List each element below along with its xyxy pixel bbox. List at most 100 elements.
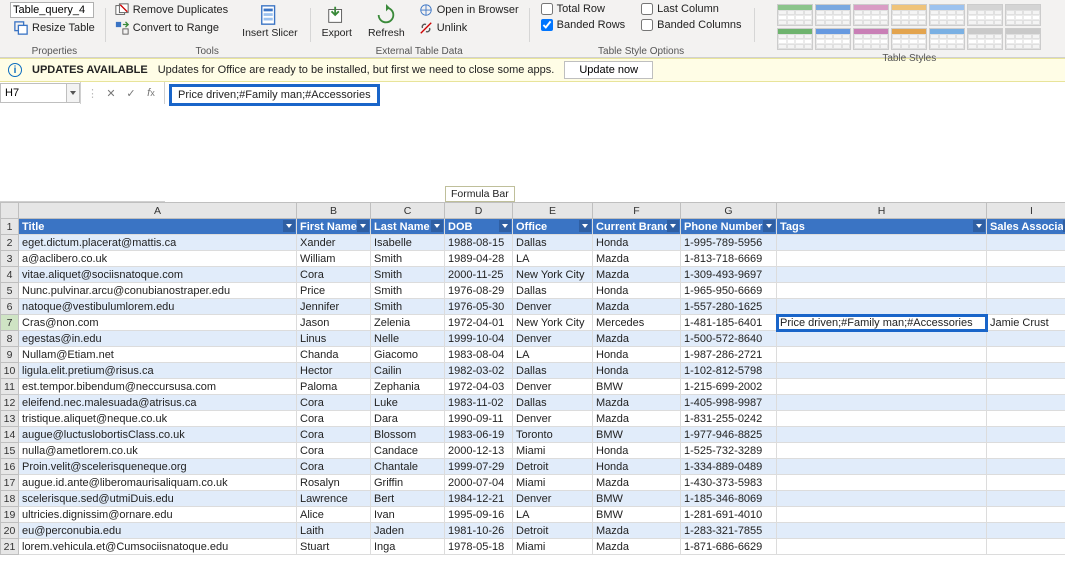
cell[interactable]: Mazda xyxy=(593,251,681,267)
remove-duplicates-button[interactable]: Remove Duplicates xyxy=(111,2,232,18)
cell[interactable]: Nunc.pulvinar.arcu@conubianostraper.edu xyxy=(19,283,297,299)
cell[interactable]: Dallas xyxy=(513,235,593,251)
cell[interactable]: ultricies.dignissim@ornare.edu xyxy=(19,507,297,523)
cell[interactable]: 1990-09-11 xyxy=(445,411,513,427)
cell[interactable] xyxy=(987,235,1065,251)
cell[interactable] xyxy=(777,443,987,459)
cell[interactable]: Nelle xyxy=(371,331,445,347)
row-number[interactable]: 10 xyxy=(1,363,19,379)
table-style-swatch[interactable] xyxy=(967,28,1003,50)
cell[interactable]: a@aclibero.co.uk xyxy=(19,251,297,267)
cell[interactable]: Dallas xyxy=(513,283,593,299)
cell[interactable] xyxy=(987,539,1065,555)
table-row[interactable]: 10ligula.elit.pretium@risus.caHectorCail… xyxy=(1,363,1065,379)
table-style-swatch[interactable] xyxy=(853,4,889,26)
table-style-swatch[interactable] xyxy=(891,4,927,26)
cell[interactable] xyxy=(987,395,1065,411)
cell[interactable] xyxy=(987,459,1065,475)
cell[interactable]: natoque@vestibulumlorem.edu xyxy=(19,299,297,315)
row-number[interactable]: 9 xyxy=(1,347,19,363)
cell[interactable]: Luke xyxy=(371,395,445,411)
table-header-cell[interactable]: Last Name xyxy=(371,219,445,235)
cell[interactable]: BMW xyxy=(593,507,681,523)
cell[interactable]: 1-813-718-6669 xyxy=(681,251,777,267)
column-header[interactable]: F xyxy=(593,203,681,219)
table-row[interactable]: 5Nunc.pulvinar.arcu@conubianostraper.edu… xyxy=(1,283,1065,299)
cell[interactable]: 1989-04-28 xyxy=(445,251,513,267)
cell[interactable]: Honda xyxy=(593,283,681,299)
table-style-swatch[interactable] xyxy=(815,4,851,26)
unlink-button[interactable]: Unlink xyxy=(415,20,523,36)
cell[interactable] xyxy=(777,491,987,507)
cell[interactable]: Smith xyxy=(371,267,445,283)
table-row[interactable]: 6natoque@vestibulumlorem.eduJenniferSmit… xyxy=(1,299,1065,315)
cell[interactable]: BMW xyxy=(593,379,681,395)
cell[interactable] xyxy=(777,331,987,347)
cell[interactable]: 1982-03-02 xyxy=(445,363,513,379)
cell[interactable]: Miami xyxy=(513,475,593,491)
cell[interactable]: BMW xyxy=(593,491,681,507)
name-box[interactable] xyxy=(0,83,66,103)
last-column-checkbox[interactable]: Last Column xyxy=(635,2,747,16)
cell[interactable]: 1995-09-16 xyxy=(445,507,513,523)
cell[interactable] xyxy=(987,251,1065,267)
table-row[interactable]: 2eget.dictum.placerat@mattis.caXanderIsa… xyxy=(1,235,1065,251)
cell[interactable]: Detroit xyxy=(513,459,593,475)
filter-dropdown-icon[interactable] xyxy=(357,220,369,232)
cell[interactable]: Rosalyn xyxy=(297,475,371,491)
cell[interactable] xyxy=(987,347,1065,363)
cell[interactable] xyxy=(777,475,987,491)
cell[interactable]: ligula.elit.pretium@risus.ca xyxy=(19,363,297,379)
table-style-swatch[interactable] xyxy=(853,28,889,50)
cell[interactable]: 1-215-699-2002 xyxy=(681,379,777,395)
table-row[interactable]: 17augue.id.ante@liberomaurisaliquam.co.u… xyxy=(1,475,1065,491)
column-header[interactable]: B xyxy=(297,203,371,219)
open-browser-button[interactable]: Open in Browser xyxy=(415,2,523,18)
cell[interactable]: 1999-07-29 xyxy=(445,459,513,475)
cell[interactable]: Miami xyxy=(513,443,593,459)
cell[interactable]: 1-430-373-5983 xyxy=(681,475,777,491)
table-header-cell[interactable]: Tags xyxy=(777,219,987,235)
cell[interactable]: nulla@ametlorem.co.uk xyxy=(19,443,297,459)
row-number[interactable]: 20 xyxy=(1,523,19,539)
row-number[interactable]: 8 xyxy=(1,331,19,347)
cell[interactable]: Cras@non.com xyxy=(19,315,297,331)
table-row[interactable]: 15nulla@ametlorem.co.ukCoraCandace2000-1… xyxy=(1,443,1065,459)
cell[interactable]: Griffin xyxy=(371,475,445,491)
cell[interactable]: Detroit xyxy=(513,523,593,539)
table-style-swatch[interactable] xyxy=(777,4,813,26)
cell[interactable]: New York City xyxy=(513,315,593,331)
cell[interactable]: Denver xyxy=(513,299,593,315)
spreadsheet-grid[interactable]: ABCDEFGHI1TitleFirst NameLast NameDOBOff… xyxy=(0,202,1065,555)
cell[interactable]: Smith xyxy=(371,283,445,299)
cell[interactable]: 1-977-946-8825 xyxy=(681,427,777,443)
cell[interactable]: New York City xyxy=(513,267,593,283)
cancel-formula-button[interactable]: ✕ xyxy=(102,84,120,102)
cell[interactable]: Stuart xyxy=(297,539,371,555)
name-box-dropdown[interactable] xyxy=(66,83,80,103)
cell[interactable]: 1976-08-29 xyxy=(445,283,513,299)
cell[interactable]: Zephania xyxy=(371,379,445,395)
row-number[interactable]: 2 xyxy=(1,235,19,251)
cell[interactable]: Honda xyxy=(593,459,681,475)
export-button[interactable]: Export xyxy=(316,2,358,41)
total-row-checkbox[interactable]: Total Row xyxy=(535,2,632,16)
cell[interactable]: Miami xyxy=(513,539,593,555)
cell[interactable] xyxy=(987,379,1065,395)
cell[interactable]: Paloma xyxy=(297,379,371,395)
cell[interactable]: Denver xyxy=(513,331,593,347)
table-row[interactable]: 16Proin.velit@scelerisqueneque.orgCoraCh… xyxy=(1,459,1065,475)
row-number[interactable]: 13 xyxy=(1,411,19,427)
column-header[interactable]: D xyxy=(445,203,513,219)
cell[interactable]: Denver xyxy=(513,491,593,507)
column-header[interactable]: E xyxy=(513,203,593,219)
filter-dropdown-icon[interactable] xyxy=(763,220,775,232)
filter-dropdown-icon[interactable] xyxy=(667,220,679,232)
cell[interactable]: Jaden xyxy=(371,523,445,539)
table-row[interactable]: 20eu@perconubia.eduLaithJaden1981-10-26D… xyxy=(1,523,1065,539)
cell[interactable]: 1988-08-15 xyxy=(445,235,513,251)
table-name-input[interactable] xyxy=(10,2,94,18)
cell[interactable]: Chanda xyxy=(297,347,371,363)
cell[interactable]: Cora xyxy=(297,427,371,443)
cell[interactable]: Denver xyxy=(513,379,593,395)
